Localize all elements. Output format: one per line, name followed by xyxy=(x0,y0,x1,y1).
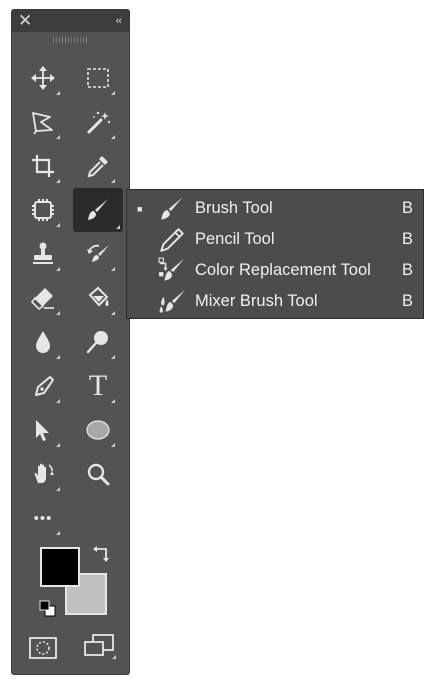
move-tool[interactable] xyxy=(23,58,63,98)
type-tool[interactable]: T xyxy=(78,366,118,406)
crop-tool[interactable] xyxy=(23,146,63,186)
flyout-item-brush-tool[interactable]: ■ Brush Tool B xyxy=(127,193,423,224)
path-selection-tool[interactable] xyxy=(23,410,63,450)
stamp-icon xyxy=(33,242,53,264)
hand-icon xyxy=(34,463,54,483)
marquee-tool[interactable] xyxy=(78,58,118,98)
pen-icon xyxy=(35,376,54,396)
flyout-item-mixer-brush-tool[interactable]: Mixer Brush Tool B xyxy=(127,286,423,317)
drop-icon xyxy=(36,331,50,353)
shortcut-key: B xyxy=(401,292,413,310)
default-colors-icon[interactable] xyxy=(39,600,57,618)
tools-panel: ✕ ‹‹ T ••• xyxy=(11,9,130,675)
hand-tool[interactable] xyxy=(23,454,63,494)
pen-tool[interactable] xyxy=(23,366,63,406)
magic-wand-tool[interactable] xyxy=(78,102,118,142)
flyout-item-label: Pencil Tool xyxy=(195,230,275,248)
foreground-color-swatch[interactable] xyxy=(40,547,80,587)
eraser-icon xyxy=(30,288,54,311)
blur-tool[interactable] xyxy=(23,322,63,362)
patch-icon xyxy=(32,199,54,221)
selected-marker: ■ xyxy=(137,203,143,214)
screen-mode-icon[interactable] xyxy=(82,632,116,662)
brush-tool[interactable] xyxy=(73,188,123,232)
edit-toolbar[interactable]: ••• xyxy=(23,498,63,538)
type-icon: T xyxy=(88,369,108,402)
magic-wand-icon xyxy=(87,111,111,134)
magnifier-icon xyxy=(87,463,110,486)
flyout-item-label: Brush Tool xyxy=(195,199,273,217)
crop-icon xyxy=(32,155,54,177)
history-brush-tool[interactable] xyxy=(78,234,118,274)
ellipse-tool[interactable] xyxy=(78,410,118,450)
collapse-icon[interactable]: ‹‹ xyxy=(116,11,122,31)
flyout-item-pencil-tool[interactable]: Pencil Tool B xyxy=(127,224,423,255)
flyout-item-label: Mixer Brush Tool xyxy=(195,292,318,310)
color-replacement-icon xyxy=(157,257,187,285)
shortcut-key: B xyxy=(401,199,413,217)
rect-marquee-icon xyxy=(87,68,109,88)
panel-grip[interactable] xyxy=(53,37,87,43)
brush-icon xyxy=(157,195,187,223)
history-brush-icon xyxy=(87,244,109,262)
panel-titlebar[interactable]: ✕ ‹‹ xyxy=(12,10,129,32)
bucket-icon xyxy=(88,286,109,307)
healing-brush-tool[interactable] xyxy=(23,190,63,230)
more-icon: ••• xyxy=(33,509,53,527)
zoom-tool[interactable] xyxy=(78,454,118,494)
quick-mask-icon[interactable] xyxy=(28,635,58,661)
shortcut-key: B xyxy=(401,261,413,279)
mixer-brush-icon xyxy=(157,288,187,316)
close-icon[interactable]: ✕ xyxy=(18,11,32,31)
arrow-icon xyxy=(36,420,49,441)
eyedropper-icon xyxy=(87,156,108,178)
paint-bucket-tool[interactable] xyxy=(78,278,118,318)
flyout-item-color-replacement-tool[interactable]: Color Replacement Tool B xyxy=(127,255,423,286)
lasso-tool[interactable] xyxy=(23,102,63,142)
flyout-item-label: Color Replacement Tool xyxy=(195,261,371,279)
clone-stamp-tool[interactable] xyxy=(23,234,63,274)
pencil-icon xyxy=(157,226,187,254)
shortcut-key: B xyxy=(401,230,413,248)
eraser-tool[interactable] xyxy=(23,278,63,318)
move-icon xyxy=(31,66,55,90)
brush-tool-flyout: ■ Brush Tool B Pencil Tool B Color Repla… xyxy=(126,189,424,319)
polygonal-lasso-icon xyxy=(32,112,53,135)
dodge-tool[interactable] xyxy=(78,322,118,362)
eyedropper-tool[interactable] xyxy=(78,146,118,186)
brush-icon xyxy=(88,199,108,220)
ellipse-icon xyxy=(86,420,110,440)
swap-colors-icon[interactable] xyxy=(92,545,112,565)
dodge-icon xyxy=(86,331,108,354)
